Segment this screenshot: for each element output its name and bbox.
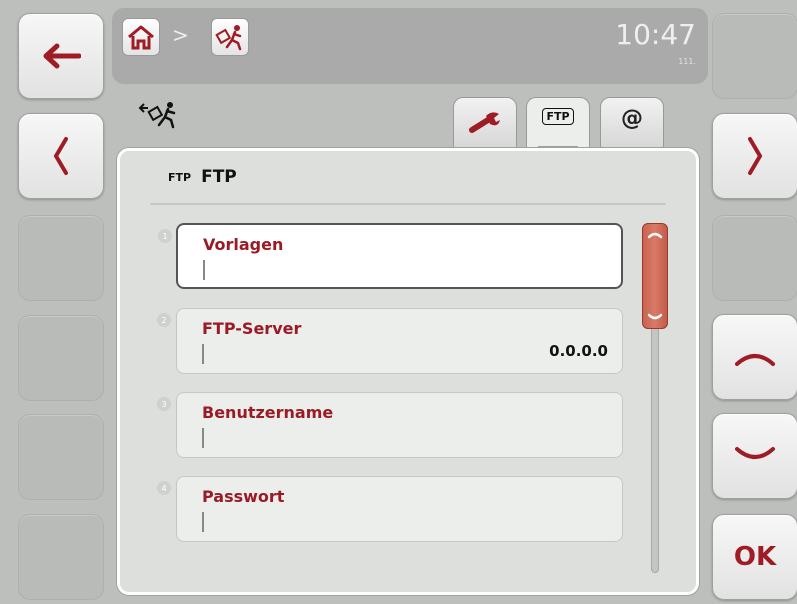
arrow-left-icon [43, 43, 81, 69]
breadcrumb-separator: > [172, 23, 189, 47]
header-bar: > 10:47 111. [112, 8, 708, 84]
field-label: FTP-Server [202, 319, 302, 338]
page-title: FTP [201, 167, 237, 187]
field-passwort[interactable]: 4 Passwort [157, 476, 623, 542]
field-benutzername[interactable]: 3 Benutzername [157, 392, 623, 458]
field-vorlagen[interactable]: 1 Vorlagen [158, 223, 623, 289]
ok-button[interactable]: OK [712, 514, 797, 600]
tab-email[interactable]: @ [600, 97, 664, 151]
scroll-up-button[interactable] [712, 314, 797, 400]
breadcrumb-home-button[interactable] [122, 18, 160, 56]
at-icon: @ [621, 106, 643, 131]
chevron-right-icon [748, 137, 763, 175]
next-button[interactable] [712, 113, 797, 199]
scroll-down-button[interactable] [712, 413, 797, 499]
wrench-icon [469, 112, 500, 133]
clock-subtext: 111. [678, 57, 696, 66]
field-label: Benutzername [202, 403, 334, 422]
previous-button[interactable] [18, 113, 104, 199]
home-icon [128, 25, 154, 50]
chevron-left-icon [53, 137, 68, 175]
ftp-icon: FTP [542, 108, 574, 125]
data-transfer-app-icon [138, 100, 180, 134]
tab-ftp[interactable]: FTP [526, 97, 590, 153]
clock: 10:47 [615, 18, 696, 51]
main-panel: FTP FTP 1 Vorlagen 2 FTP-Server 0.0.0.0 … [117, 148, 699, 595]
softkey-empty-l6 [18, 514, 104, 600]
back-button[interactable] [18, 13, 104, 99]
field-value: 0.0.0.0 [549, 342, 608, 360]
ok-label: OK [733, 542, 777, 572]
ftp-title-icon: FTP [168, 170, 192, 184]
softkey-empty-l5 [18, 414, 104, 500]
data-transfer-icon [215, 25, 242, 51]
field-index: 1 [158, 229, 172, 243]
text-caret [202, 344, 204, 364]
chevron-up-icon [735, 354, 775, 366]
field-label: Vorlagen [203, 235, 284, 254]
softkey-empty-r3 [712, 215, 797, 301]
field-label: Passwort [202, 487, 285, 506]
field-index: 3 [157, 397, 171, 411]
chevron-down-icon [735, 447, 775, 459]
field-index: 4 [157, 481, 171, 495]
breadcrumb-app-button[interactable] [211, 18, 249, 56]
scrollbar-thumb[interactable] [642, 223, 668, 329]
softkey-empty-l4 [18, 315, 104, 401]
scroll-up-mini-icon [647, 232, 663, 239]
softkey-empty-l3 [18, 215, 104, 301]
field-index: 2 [157, 313, 171, 327]
text-caret [202, 428, 204, 448]
scroll-down-mini-icon [647, 313, 663, 320]
panel-title: FTP FTP [168, 167, 237, 187]
tab-settings[interactable] [453, 97, 517, 151]
text-caret [202, 512, 204, 532]
divider [150, 203, 666, 205]
text-caret [203, 260, 205, 280]
field-ftp-server[interactable]: 2 FTP-Server 0.0.0.0 [157, 308, 623, 374]
softkey-empty-r1 [712, 13, 797, 99]
